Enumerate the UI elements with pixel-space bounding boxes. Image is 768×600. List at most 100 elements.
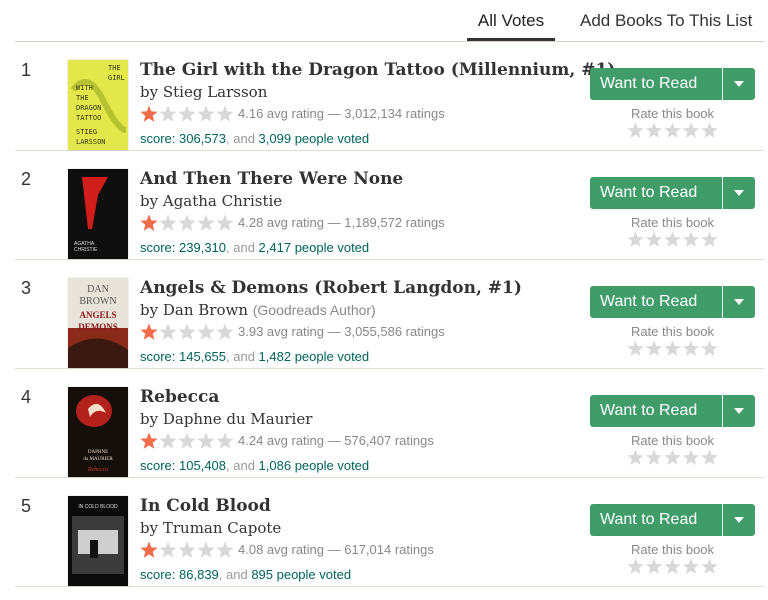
star-empty [701, 558, 718, 574]
minirating: 4.08 avg rating — 617,014 ratings [238, 542, 434, 557]
svg-text:STIEG: STIEG [76, 128, 97, 136]
shelf-dropdown-button[interactable] [723, 177, 755, 209]
rate-stars[interactable] [627, 449, 719, 469]
rate-stars[interactable] [627, 558, 719, 578]
book-row: 1 THE GIRL WITH THE DRAGON TATTOO STIEG LARSSON… [15, 42, 764, 151]
voters-link[interactable]: 2,417 people voted [259, 240, 370, 255]
star-empty [197, 541, 215, 558]
rating-line: 4.08 avg rating — 617,014 ratings [140, 540, 580, 560]
score-link[interactable]: score: 86,839 [140, 567, 219, 582]
rate-stars-icon [627, 449, 718, 465]
star-empty [627, 449, 644, 465]
book-info: And Then There Were None by Agatha Chris… [140, 168, 580, 255]
book-info: The Girl with the Dragon Tattoo (Millenn… [140, 59, 615, 146]
score-link[interactable]: score: 145,655 [140, 349, 226, 364]
want-to-read-widget: Want to Read [590, 177, 755, 209]
star-empty [645, 449, 663, 465]
star-empty [627, 231, 644, 247]
score-link[interactable]: score: 306,573 [140, 131, 226, 146]
book-cover[interactable]: IN COLD BLOOD [68, 496, 128, 586]
voters-link[interactable]: 895 people voted [251, 567, 351, 582]
rate-this-book-label: Rate this book [630, 106, 715, 121]
star-empty [159, 105, 177, 122]
score-link[interactable]: score: 239,310 [140, 240, 226, 255]
book-title-link[interactable]: In Cold Blood [140, 495, 580, 517]
book-cover[interactable]: DAN BROWN ANGELS DEMONS [68, 278, 128, 368]
shelf-dropdown-button[interactable] [723, 395, 755, 427]
minirating: 4.28 avg rating — 1,189,572 ratings [238, 215, 445, 230]
star-filled [140, 541, 158, 558]
book-title-link[interactable]: Rebecca [140, 386, 580, 408]
svg-text:THE: THE [108, 64, 121, 72]
want-to-read-widget: Want to Read [590, 504, 755, 536]
rate-stars[interactable] [627, 122, 719, 142]
star-empty [178, 105, 196, 122]
book-row: 4 DAPHNE du MAURIER Rebecca Rebecca by Dap… [15, 369, 764, 478]
star-empty [216, 214, 234, 231]
voters-link[interactable]: 3,099 people voted [259, 131, 370, 146]
tab-all-votes[interactable]: All Votes [467, 0, 555, 41]
rating-line: 4.24 avg rating — 576,407 ratings [140, 431, 580, 451]
author-link[interactable]: Stieg Larsson [163, 83, 268, 101]
star-empty [701, 340, 718, 356]
shelf-dropdown-button[interactable] [723, 68, 755, 100]
want-to-read-button[interactable]: Want to Read [590, 395, 722, 427]
voters-link[interactable]: 1,482 people voted [259, 349, 370, 364]
star-empty [682, 449, 700, 465]
rating-stars-icon [140, 105, 234, 122]
svg-text:IN COLD BLOOD: IN COLD BLOOD [78, 504, 118, 510]
star-empty [664, 449, 681, 465]
svg-text:GIRL: GIRL [108, 74, 125, 82]
svg-text:Rebecca: Rebecca [87, 467, 108, 473]
rating-stars-icon [140, 214, 234, 231]
score-and: , and [226, 131, 259, 146]
byline: by Dan Brown (Goodreads Author) [140, 299, 580, 321]
score-line: score: 105,408, and 1,086 people voted [140, 458, 580, 473]
score-line: score: 306,573, and 3,099 people voted [140, 131, 580, 146]
rate-stars-icon [627, 122, 718, 138]
star-empty [216, 432, 234, 449]
author-link[interactable]: Daphne du Maurier [163, 410, 313, 428]
rebecca-cover: DAPHNE du MAURIER Rebecca [68, 387, 128, 477]
star-empty [664, 340, 681, 356]
want-to-read-button[interactable]: Want to Read [590, 177, 722, 209]
want-to-read-button[interactable]: Want to Read [590, 504, 722, 536]
svg-text:THE: THE [76, 94, 89, 102]
score-link[interactable]: score: 105,408 [140, 458, 226, 473]
shelf-dropdown-button[interactable] [723, 504, 755, 536]
book-title-link[interactable]: The Girl with the Dragon Tattoo (Millenn… [140, 59, 615, 81]
book-cover[interactable]: THE GIRL WITH THE DRAGON TATTOO STIEG LARSSON [68, 60, 128, 150]
rate-stars[interactable] [627, 340, 719, 360]
minirating: 3.93 avg rating — 3,055,586 ratings [238, 324, 445, 339]
star-empty [178, 323, 196, 340]
author-role: (Goodreads Author) [252, 302, 376, 318]
book-cover[interactable]: DAPHNE du MAURIER Rebecca [68, 387, 128, 477]
star-empty [682, 122, 700, 138]
author-link[interactable]: Truman Capote [163, 519, 281, 537]
want-to-read-button[interactable]: Want to Read [590, 286, 722, 318]
star-empty [701, 122, 718, 138]
in-cold-blood-cover: IN COLD BLOOD [68, 496, 128, 586]
chevron-down-icon [734, 299, 744, 305]
star-empty [178, 214, 196, 231]
want-to-read-button[interactable]: Want to Read [590, 68, 722, 100]
star-empty [664, 558, 681, 574]
static-stars [140, 432, 234, 450]
star-empty [627, 558, 644, 574]
svg-text:WITH: WITH [76, 84, 93, 92]
rate-stars[interactable] [627, 231, 719, 251]
tab-add-books[interactable]: Add Books To This List [580, 0, 752, 41]
svg-text:DAN: DAN [87, 284, 109, 295]
shelf-dropdown-button[interactable] [723, 286, 755, 318]
book-title-link[interactable]: Angels & Demons (Robert Langdon, #1) [140, 277, 580, 299]
score-and: , and [218, 567, 252, 582]
book-cover[interactable]: AGATHA CHRISTIE [68, 169, 128, 259]
star-empty [682, 340, 700, 356]
book-title-link[interactable]: And Then There Were None [140, 168, 580, 190]
svg-text:DEMONS: DEMONS [78, 322, 118, 332]
voters-link[interactable]: 1,086 people voted [259, 458, 370, 473]
author-link[interactable]: Agatha Christie [163, 192, 282, 210]
book-info: Rebecca by Daphne du Maurier 4.24 avg ra… [140, 386, 580, 473]
author-link[interactable]: Dan Brown [163, 301, 248, 319]
by-label: by [140, 410, 163, 428]
